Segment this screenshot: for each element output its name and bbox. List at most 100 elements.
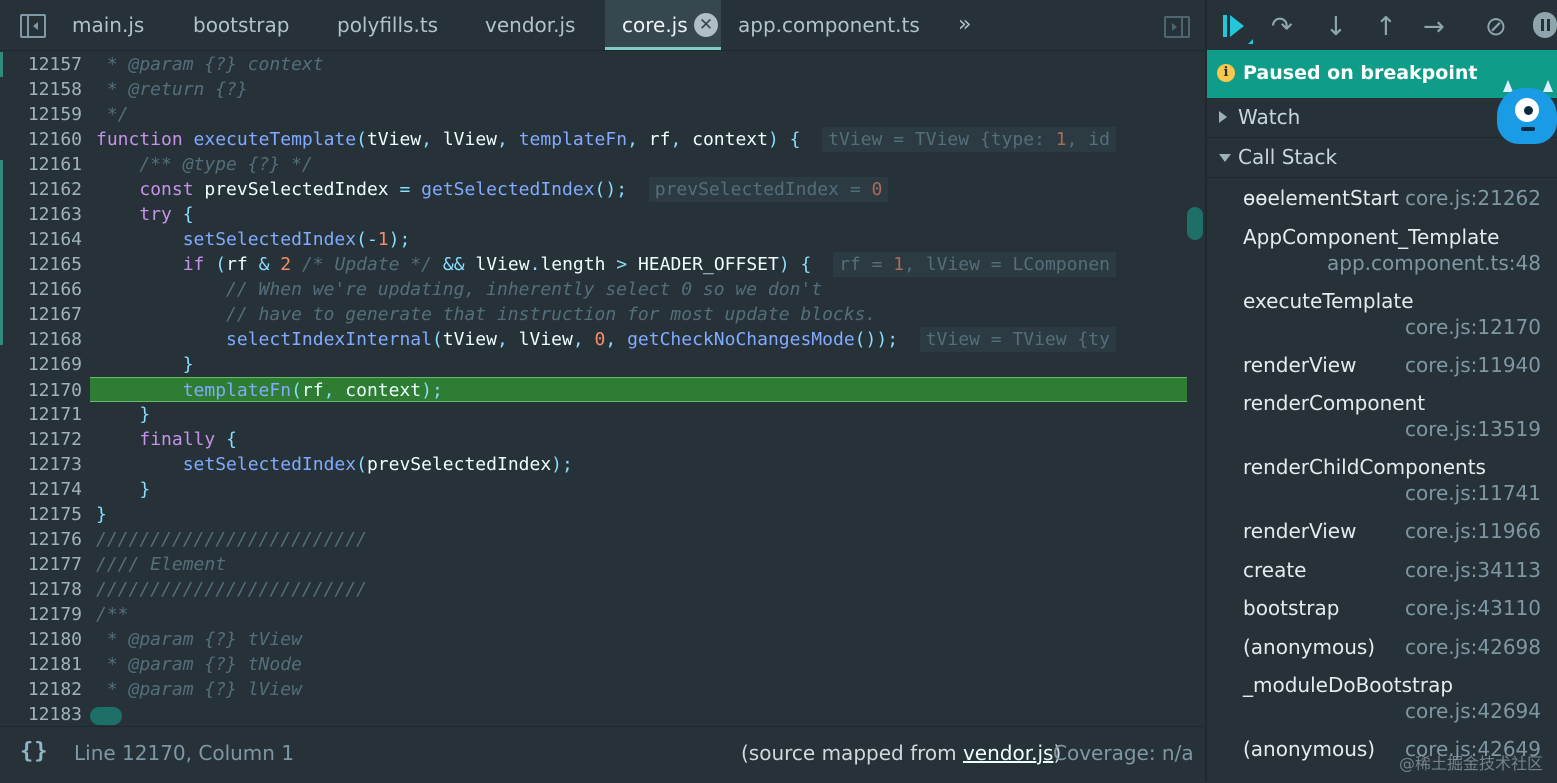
code-text: selectIndexInternal(tView, lView, 0, get…	[96, 327, 1116, 352]
step-out-icon[interactable]: ↑	[1375, 12, 1405, 42]
code-line[interactable]: 12163 try {	[0, 202, 1188, 227]
tab-polyfills-ts[interactable]: polyfills.ts	[337, 0, 438, 50]
toggle-debugger-sidebar-icon[interactable]	[1164, 16, 1190, 38]
line-number[interactable]: 12161	[22, 152, 82, 177]
code-line[interactable]: 12173 setSelectedIndex(prevSelectedIndex…	[0, 452, 1188, 477]
line-number[interactable]: 12169	[22, 352, 82, 377]
code-line[interactable]: 12164 setSelectedIndex(-1);	[0, 227, 1188, 252]
code-text: /**	[96, 604, 129, 625]
code-text: }	[96, 504, 107, 525]
folded-code-marker[interactable]	[90, 707, 122, 725]
tab-main-js[interactable]: main.js	[72, 0, 144, 50]
step-over-icon[interactable]: ↷	[1271, 12, 1301, 42]
step-into-icon[interactable]: ↓	[1325, 12, 1355, 42]
line-number[interactable]: 12157	[22, 52, 82, 77]
code-line[interactable]: 12162 const prevSelectedIndex = getSelec…	[0, 177, 1188, 202]
frame-function-name: ɵɵelementStart	[1243, 186, 1399, 210]
code-line[interactable]: 12175}	[0, 502, 1188, 527]
line-number[interactable]: 12180	[22, 627, 82, 652]
watch-label: Watch	[1238, 105, 1301, 129]
line-number[interactable]: 12173	[22, 452, 82, 477]
toggle-navigator-icon[interactable]	[20, 14, 46, 38]
code-line[interactable]: 12181 * @param {?} tNode	[0, 652, 1188, 677]
code-line[interactable]: 12180 * @param {?} tView	[0, 627, 1188, 652]
code-text: // have to generate that instruction for…	[96, 304, 877, 325]
more-tabs-icon[interactable]: »	[958, 12, 972, 37]
code-line[interactable]: 12177 //// Element	[0, 552, 1188, 577]
code-line[interactable]: 12172 finally {	[0, 427, 1188, 452]
frame-location: core.js:13519	[1404, 417, 1541, 441]
code-text: }	[182, 354, 194, 375]
tab-core-js[interactable]: core.js ✕	[605, 0, 721, 50]
code-line[interactable]: 12171 }	[0, 402, 1188, 427]
resume-icon[interactable]	[1221, 12, 1253, 44]
line-number[interactable]: 12158	[22, 77, 82, 102]
frame-function-name: (anonymous)	[1243, 737, 1376, 761]
line-number[interactable]: 12168	[22, 327, 82, 352]
paused-message: Paused on breakpoint	[1243, 62, 1478, 84]
call-stack-label: Call Stack	[1238, 145, 1338, 169]
tab-bootstrap[interactable]: bootstrap	[193, 0, 289, 50]
mascot-icon	[1497, 80, 1557, 146]
deactivate-breakpoints-icon[interactable]: ⊘	[1485, 12, 1515, 42]
coverage-status: Coverage: n/a	[1053, 741, 1194, 765]
code-area[interactable]: 12157 * @param {?} context 12158 * @retur…	[0, 52, 1204, 724]
line-number[interactable]: 12165	[22, 252, 82, 277]
code-line[interactable]: 12174 }	[0, 477, 1188, 502]
step-icon[interactable]: →	[1423, 12, 1453, 42]
code-text: /////////////////////////	[96, 529, 367, 550]
code-line[interactable]: 12158 * @return {?}	[0, 77, 1188, 102]
line-number[interactable]: 12172	[22, 427, 82, 452]
frame-location: core.js:43110	[1404, 596, 1541, 620]
code-line[interactable]: 12179 /**	[0, 602, 1188, 627]
code-line[interactable]: 12178 /////////////////////////	[0, 577, 1188, 602]
line-number[interactable]: 12164	[22, 227, 82, 252]
code-line[interactable]: 12167 // have to generate that instructi…	[0, 302, 1188, 327]
line-number[interactable]: 12166	[22, 277, 82, 302]
code-text: }	[139, 404, 151, 425]
tab-app-component-ts[interactable]: app.component.ts	[738, 0, 920, 50]
code-text: //// Element	[96, 554, 227, 575]
code-line[interactable]: 12157 * @param {?} context	[0, 52, 1188, 77]
line-number[interactable]: 12171	[22, 402, 82, 427]
code-line[interactable]: 12169 }	[0, 352, 1188, 377]
code-line[interactable]: 12176 /////////////////////////	[0, 527, 1188, 552]
code-line[interactable]: 12161 /** @type {?} */	[0, 152, 1188, 177]
line-number[interactable]: 12174	[22, 477, 82, 502]
frame-function-name: (anonymous)	[1243, 634, 1376, 659]
code-line[interactable]: 12183	[0, 702, 1188, 724]
code-line[interactable]: 12166 // When we're updating, inherently…	[0, 277, 1188, 302]
code-line[interactable]: 12182 * @param {?} lView	[0, 677, 1188, 702]
code-line[interactable]: 12160 function executeTemplate(tView, lVi…	[0, 127, 1188, 152]
code-line[interactable]: 12159 */	[0, 102, 1188, 127]
line-number[interactable]: 12163	[22, 202, 82, 227]
current-execution-line[interactable]: 12170 templateFn(rf, context);	[28, 377, 1187, 402]
line-number[interactable]: 12179	[22, 602, 82, 627]
line-number[interactable]: 12181	[22, 652, 82, 677]
source-map-link[interactable]: vendor.js	[963, 741, 1053, 765]
line-number[interactable]: 12183	[22, 702, 82, 724]
resume-dropdown-icon[interactable]	[1243, 39, 1253, 44]
tab-vendor-js[interactable]: vendor.js	[485, 0, 575, 50]
line-number[interactable]: 12160	[22, 127, 82, 152]
line-number[interactable]: 12170	[22, 378, 82, 403]
code-line[interactable]: 12165 if (rf & 2 /* Update */ && lView.l…	[0, 252, 1188, 277]
line-number[interactable]: 12159	[22, 102, 82, 127]
pretty-print-icon[interactable]: {}	[20, 739, 49, 764]
watermark: @稀土掘金技术社区	[1398, 754, 1543, 773]
editor-scrollbar-thumb[interactable]	[1187, 207, 1203, 240]
line-number[interactable]: 12175	[22, 502, 82, 527]
line-number[interactable]: 12162	[22, 177, 82, 202]
line-number[interactable]: 12176	[22, 527, 82, 552]
code-text: // When we're updating, inherently selec…	[96, 279, 823, 300]
frame-function-name: renderComponent	[1243, 391, 1426, 415]
close-tab-icon[interactable]: ✕	[694, 13, 718, 37]
line-number[interactable]: 12178	[22, 577, 82, 602]
code-line[interactable]: 12168 selectIndexInternal(tView, lView, …	[0, 327, 1188, 352]
line-number[interactable]: 12167	[22, 302, 82, 327]
pause-on-exceptions-icon[interactable]	[1533, 12, 1557, 38]
inline-variable-preview: tView = TView {ty	[919, 327, 1116, 352]
line-number[interactable]: 12177	[22, 552, 82, 577]
frame-function-name: renderChildComponents	[1243, 455, 1486, 479]
line-number[interactable]: 12182	[22, 677, 82, 702]
